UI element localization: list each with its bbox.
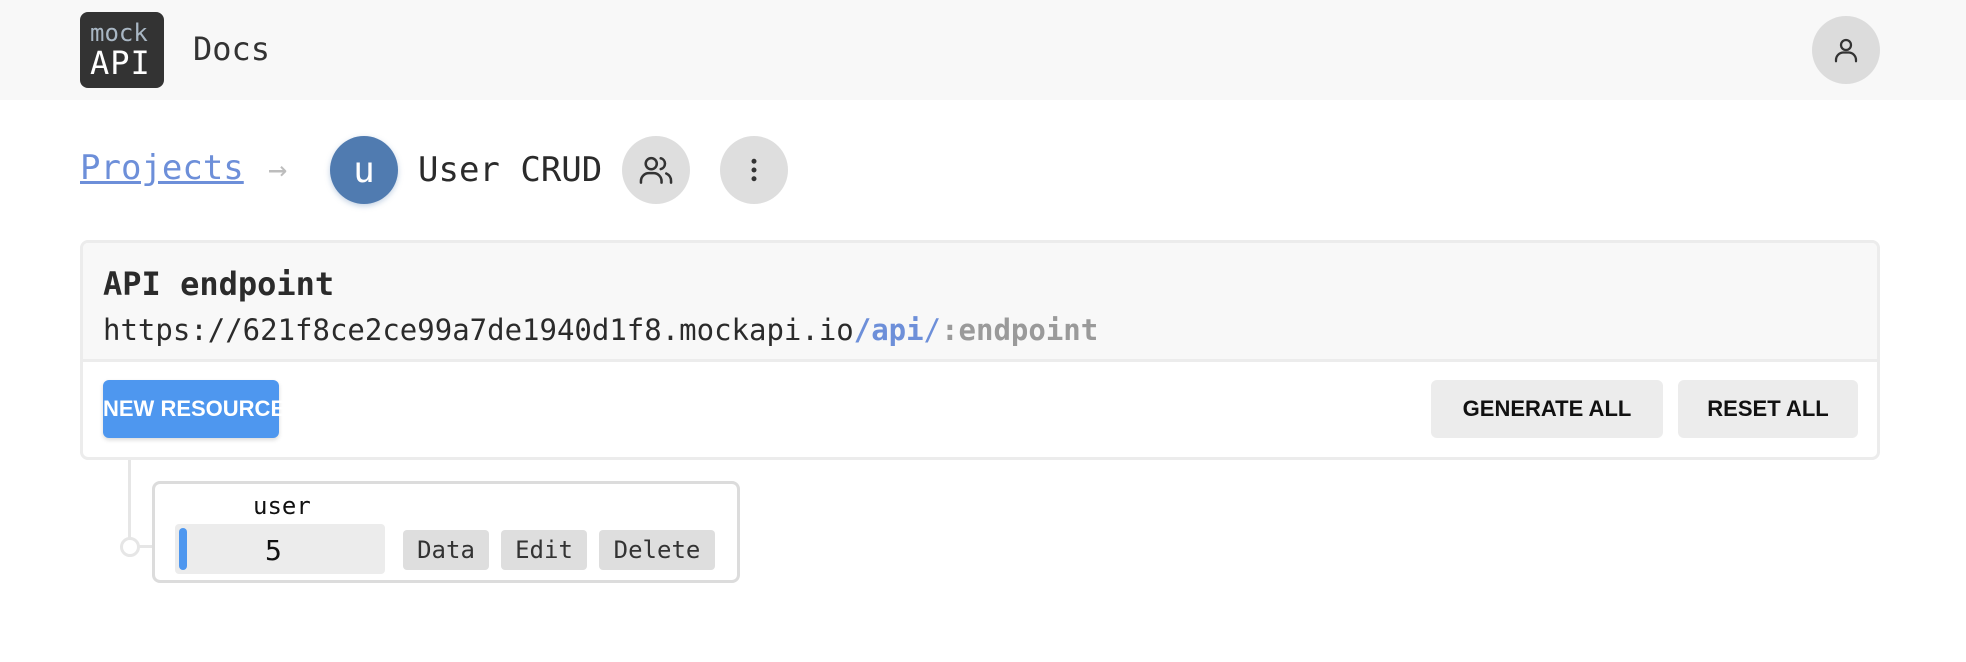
arrow-right-icon: →: [268, 150, 288, 188]
mockapi-logo[interactable]: mock API: [80, 12, 164, 88]
top-navbar: mock API Docs: [0, 0, 1966, 100]
endpoint-header: API endpoint https://621f8ce2ce99a7de194…: [83, 243, 1877, 362]
resource-data-button[interactable]: Data: [403, 530, 489, 570]
count-slider-fill[interactable]: [179, 528, 187, 570]
breadcrumb-projects-link[interactable]: Projects: [80, 148, 244, 188]
user-icon: [1834, 38, 1858, 63]
project-title: User CRUD: [418, 150, 603, 190]
endpoint-url[interactable]: https://621f8ce2ce99a7de1940d1f8.mockapi…: [103, 313, 1098, 347]
resource-delete-button[interactable]: Delete: [599, 530, 715, 570]
project-menu-button[interactable]: [720, 136, 788, 204]
resource-name: user: [253, 492, 311, 520]
project-avatar: u: [330, 136, 398, 204]
endpoint-panel: API endpoint https://621f8ce2ce99a7de194…: [80, 240, 1880, 460]
endpoint-url-slash: /: [923, 313, 942, 347]
users-icon: [639, 156, 673, 184]
logo-text-api: API: [90, 44, 151, 82]
endpoint-url-placeholder: :endpoint: [941, 313, 1099, 347]
generate-all-button[interactable]: GENERATE ALL: [1431, 380, 1663, 438]
new-resource-button[interactable]: NEW RESOURCE: [103, 380, 285, 438]
endpoint-title: API endpoint: [103, 265, 335, 303]
resource-card: user 5 Data Edit Delete: [152, 481, 740, 583]
resource-count-slider[interactable]: 5: [175, 524, 385, 574]
resource-count: 5: [265, 534, 282, 567]
tree-connector-vertical: [128, 460, 131, 548]
profile-button[interactable]: [1812, 16, 1880, 84]
project-members-button[interactable]: [622, 136, 690, 204]
more-vertical-icon: [751, 158, 757, 182]
tree-node-dot: [120, 537, 140, 557]
endpoint-url-api: /api: [853, 313, 924, 347]
reset-all-button[interactable]: RESET ALL: [1678, 380, 1858, 438]
endpoint-url-base: https://621f8ce2ce99a7de1940d1f8.mockapi…: [103, 313, 854, 347]
resource-edit-button[interactable]: Edit: [501, 530, 587, 570]
logo-text-mock: mock: [90, 19, 148, 47]
docs-link[interactable]: Docs: [193, 30, 270, 68]
